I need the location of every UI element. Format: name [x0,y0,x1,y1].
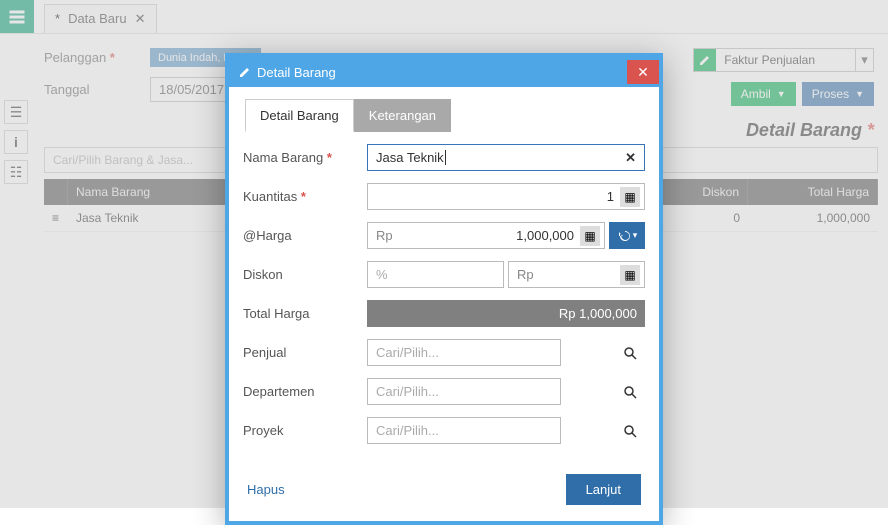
departemen-label: Departemen [243,384,367,399]
keypad-icon[interactable]: ▦ [580,226,600,246]
hapus-button[interactable]: Hapus [247,474,285,505]
proyek-input[interactable] [367,417,561,444]
search-icon[interactable] [623,385,637,399]
search-icon[interactable] [623,424,637,438]
keypad-icon[interactable]: ▦ [620,265,640,285]
search-icon[interactable] [623,346,637,360]
nama-barang-input[interactable]: Jasa Teknik ✕ [367,144,645,171]
dialog-close-button[interactable]: ✕ [627,60,659,84]
total-harga-display: Rp 1,000,000 [367,300,645,327]
diskon-amount-input[interactable]: Rp ▦ [508,261,645,288]
penjual-input[interactable] [367,339,561,366]
lanjut-button[interactable]: Lanjut [566,474,641,505]
pencil-icon [239,66,251,78]
kuantitas-label: Kuantitas [243,189,367,204]
departemen-input[interactable] [367,378,561,405]
diskon-percent-input[interactable] [367,261,504,288]
tab-detail-barang[interactable]: Detail Barang [245,99,354,132]
total-label: Total Harga [243,306,367,321]
tab-keterangan[interactable]: Keterangan [354,99,451,132]
keypad-icon[interactable]: ▦ [620,187,640,207]
diskon-label: Diskon [243,267,367,282]
price-history-button[interactable]: ▾ [609,222,645,249]
proyek-label: Proyek [243,423,367,438]
clear-icon[interactable]: ✕ [625,150,636,166]
detail-barang-dialog: Detail Barang ✕ Detail Barang Keterangan… [225,53,663,525]
kuantitas-input[interactable]: 1 ▦ [367,183,645,210]
penjual-label: Penjual [243,345,367,360]
dialog-title: Detail Barang [257,65,627,80]
nama-barang-label: Nama Barang [243,150,367,165]
harga-input[interactable]: Rp 1,000,000 ▦ [367,222,605,249]
harga-label: @Harga [243,228,367,243]
